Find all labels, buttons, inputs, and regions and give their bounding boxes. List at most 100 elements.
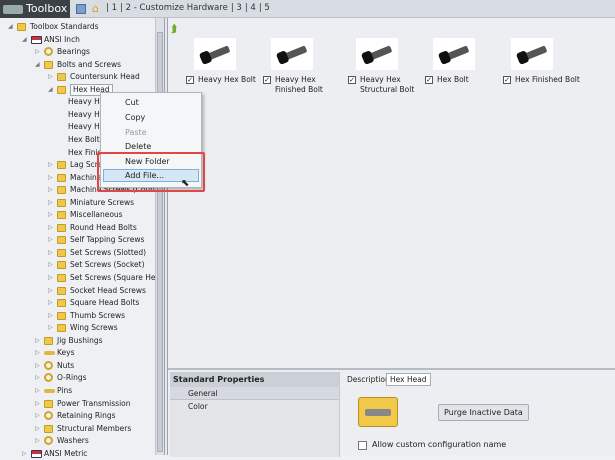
part-thumbnail[interactable]	[433, 38, 475, 70]
part-thumbnail[interactable]	[271, 38, 313, 70]
folder-icon	[57, 286, 66, 295]
tree-item[interactable]: ▷ Self Tapping Screws	[0, 234, 155, 246]
toolbox-title: Toolbox	[26, 2, 68, 15]
step-5[interactable]: 5	[264, 3, 269, 13]
tree-item[interactable]: ▷ Countersunk Head	[0, 71, 155, 83]
tree-item[interactable]: ▷ Set Screws (Slotted)	[0, 247, 155, 259]
expand-arrow-icon[interactable]: ▷	[48, 297, 54, 309]
part-checkbox[interactable]: ✓	[263, 76, 271, 84]
expand-arrow-icon[interactable]: ▷	[48, 222, 54, 234]
expand-arrow-icon[interactable]: ▷	[35, 372, 41, 384]
up-folder-icon[interactable]: ⮭	[171, 22, 178, 36]
part-name: Hex Bolt	[437, 75, 469, 84]
tree-item-label: Bearings	[57, 47, 90, 57]
part-item[interactable]: ✓ Heavy Hex Bolt	[186, 38, 266, 84]
tree-item[interactable]: ▷ Thumb Screws	[0, 310, 155, 322]
expand-arrow-icon[interactable]: ▷	[48, 71, 54, 83]
tree-item-label: Structural Members	[57, 423, 132, 433]
expand-arrow-icon[interactable]: ▷	[48, 310, 54, 322]
tree-item[interactable]: ▷ Set Screws (Socket)	[0, 259, 155, 271]
expand-arrow-icon[interactable]: ▷	[35, 360, 41, 372]
toolbox-tab[interactable]: Toolbox	[0, 0, 70, 18]
collapse-arrow-icon[interactable]: ◢	[8, 21, 14, 33]
expand-arrow-icon[interactable]: ▷	[48, 247, 54, 259]
tree-item-label: Nuts	[57, 360, 75, 370]
tree-item[interactable]: ▷ Power Transmission	[0, 398, 155, 410]
expand-arrow-icon[interactable]: ▷	[35, 435, 41, 447]
expand-arrow-icon[interactable]: ▷	[35, 347, 41, 359]
expand-arrow-icon[interactable]: ▷	[48, 272, 54, 284]
tree-item[interactable]: ▷ Keys	[0, 347, 155, 359]
expand-arrow-icon[interactable]: ▷	[35, 46, 41, 58]
expand-arrow-icon[interactable]: ▷	[48, 184, 54, 196]
save-icon[interactable]	[76, 4, 86, 14]
part-thumbnail[interactable]	[194, 38, 236, 70]
folder-icon	[44, 60, 53, 69]
tree-item[interactable]: ▷ Wing Screws	[0, 322, 155, 334]
purge-inactive-data-button[interactable]: Purge Inactive Data	[438, 404, 529, 421]
expand-arrow-icon[interactable]: ▷	[35, 423, 41, 435]
expand-arrow-icon[interactable]: ▷	[48, 259, 54, 271]
tree-item[interactable]: ◢ ANSI Inch	[0, 34, 155, 46]
part-thumbnail[interactable]	[511, 38, 553, 70]
step-1[interactable]: 1	[112, 3, 117, 13]
tree-item[interactable]: ▷ Miscellaneous	[0, 209, 155, 221]
tree-item[interactable]: ▷ Retaining Rings	[0, 410, 155, 422]
expand-arrow-icon[interactable]: ▷	[22, 448, 28, 460]
expand-arrow-icon[interactable]: ▷	[35, 410, 41, 422]
expand-arrow-icon[interactable]: ▷	[35, 398, 41, 410]
menu-item-copy[interactable]: Copy	[125, 112, 145, 124]
tree-item[interactable]: ▷ Pins	[0, 385, 155, 397]
tree-item[interactable]: ▷ Socket Head Screws	[0, 285, 155, 297]
expand-arrow-icon[interactable]: ▷	[48, 197, 54, 209]
part-item[interactable]: ✓ Hex Finished Bolt	[503, 38, 583, 84]
tree-item[interactable]: ▷ Round Head Bolts	[0, 222, 155, 234]
step-2[interactable]: 2 - Customize Hardware	[126, 3, 228, 13]
step-3[interactable]: 3	[236, 3, 241, 13]
part-item[interactable]: ✓ Hex Bolt	[425, 38, 505, 84]
part-thumbnail[interactable]	[356, 38, 398, 70]
tree-item[interactable]: ▷ Structural Members	[0, 423, 155, 435]
collapse-arrow-icon[interactable]: ◢	[35, 59, 41, 71]
menu-item-cut[interactable]: Cut	[125, 97, 139, 109]
tree-item[interactable]: ◢ Toolbox Standards	[0, 21, 155, 33]
tree-item[interactable]: ▷ Miniature Screws	[0, 197, 155, 209]
collapse-arrow-icon[interactable]: ◢	[22, 34, 28, 46]
expand-arrow-icon[interactable]: ▷	[48, 172, 54, 184]
tree-item[interactable]: ▷ Nuts	[0, 360, 155, 372]
part-item[interactable]: ✓ Heavy Hex Finished Bolt	[263, 38, 343, 94]
tree-item[interactable]: ▷ Bearings	[0, 46, 155, 58]
step-4[interactable]: 4	[250, 3, 255, 13]
properties-item-general[interactable]: General	[170, 387, 339, 400]
part-checkbox[interactable]: ✓	[348, 76, 356, 84]
tree-scrollbar[interactable]	[155, 18, 164, 455]
allow-custom-config-checkbox[interactable]	[358, 441, 367, 450]
collapse-arrow-icon[interactable]: ◢	[48, 84, 54, 96]
expand-arrow-icon[interactable]: ▷	[35, 335, 41, 347]
mouse-cursor-icon: ⬉	[181, 178, 190, 189]
part-checkbox[interactable]: ✓	[186, 76, 194, 84]
description-field[interactable]: Hex Head	[386, 373, 431, 386]
tree-item[interactable]: ▷ Jig Bushings	[0, 335, 155, 347]
expand-arrow-icon[interactable]: ▷	[48, 209, 54, 221]
tree-item[interactable]: ▷ Set Screws (Square Head	[0, 272, 165, 284]
tree-item[interactable]: ▷ Washers	[0, 435, 155, 447]
tree-item[interactable]: ◢ Bolts and Screws	[0, 59, 155, 71]
part-checkbox[interactable]: ✓	[425, 76, 433, 84]
part-item[interactable]: ✓ Heavy Hex Structural Bolt	[348, 38, 428, 94]
home-icon[interactable]: ⌂	[92, 2, 99, 15]
part-checkbox[interactable]: ✓	[503, 76, 511, 84]
expand-arrow-icon[interactable]: ▷	[48, 234, 54, 246]
retaining-ring-icon	[44, 411, 53, 421]
expand-arrow-icon[interactable]: ▷	[35, 385, 41, 397]
expand-arrow-icon[interactable]: ▷	[48, 322, 54, 334]
properties-item-color[interactable]: Color	[170, 400, 339, 413]
expand-arrow-icon[interactable]: ▷	[48, 159, 54, 171]
expand-arrow-icon[interactable]: ▷	[48, 285, 54, 297]
folder-icon	[57, 211, 66, 220]
folder-icon	[17, 23, 26, 31]
tree-item[interactable]: ▷ Square Head Bolts	[0, 297, 155, 309]
tree-item[interactable]: ▷ O-Rings	[0, 372, 155, 384]
tree-item[interactable]: ▷ ANSI Metric	[0, 448, 155, 460]
folder-icon	[57, 85, 66, 94]
